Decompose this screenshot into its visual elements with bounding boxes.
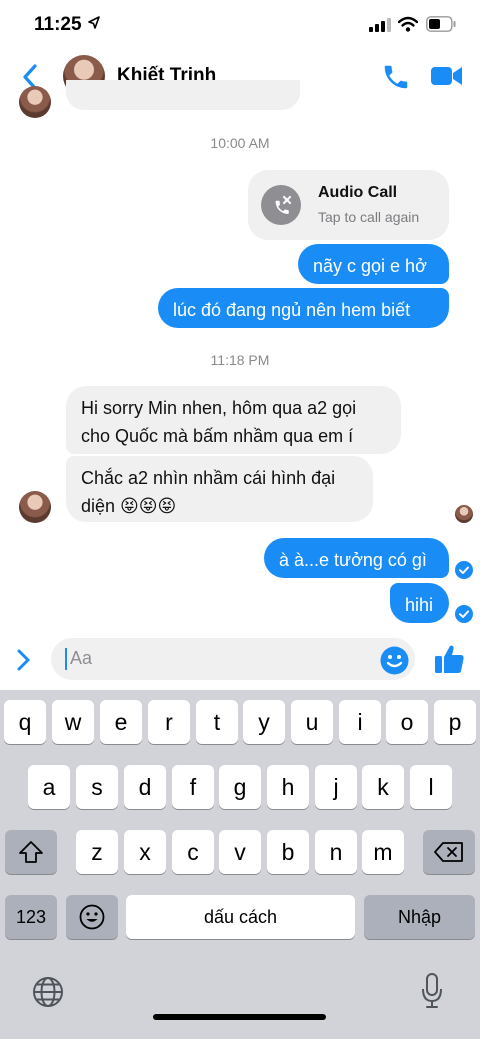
key-l[interactable]: l (410, 765, 452, 809)
key-i[interactable]: i (339, 700, 381, 744)
message-text: cho Quốc mà bấm nhầm qua em í (81, 426, 354, 446)
emoji-icon[interactable] (380, 646, 409, 675)
key-f[interactable]: f (172, 765, 214, 809)
shift-key[interactable] (5, 830, 57, 874)
microphone-icon[interactable] (421, 973, 443, 1009)
numbers-key[interactable]: 123 (5, 895, 57, 939)
key-v[interactable]: v (219, 830, 261, 874)
emoji-key[interactable] (66, 895, 118, 939)
contact-avatar-small (19, 86, 51, 118)
key-x[interactable]: x (124, 830, 166, 874)
message-text: Hi sorry Min nhen, hôm qua a2 gọi (81, 398, 357, 418)
text-cursor (65, 648, 67, 670)
message-composer: Aa (0, 632, 480, 690)
battery-icon (426, 16, 456, 32)
call-subtitle: Tap to call again (318, 209, 420, 225)
timestamp: 11:18 PM (210, 352, 270, 368)
key-c[interactable]: c (172, 830, 214, 874)
key-s[interactable]: s (76, 765, 118, 809)
key-p[interactable]: p (434, 700, 476, 744)
key-g[interactable]: g (219, 765, 261, 809)
phone-call-icon[interactable] (381, 62, 411, 92)
backspace-key[interactable] (423, 830, 475, 874)
key-d[interactable]: d (124, 765, 166, 809)
seen-avatar (455, 505, 473, 523)
key-h[interactable]: h (267, 765, 309, 809)
key-b[interactable]: b (267, 830, 309, 874)
key-r[interactable]: r (148, 700, 190, 744)
space-key[interactable]: dấu cách (126, 895, 355, 939)
contact-avatar-small (19, 491, 51, 523)
backspace-icon (434, 842, 463, 862)
thumbs-up-icon[interactable] (433, 643, 465, 675)
message-bubble-outgoing[interactable]: nãy c gọi e hở (298, 244, 449, 284)
key-m[interactable]: m (362, 830, 404, 874)
key-u[interactable]: u (291, 700, 333, 744)
delivered-check-icon (455, 561, 473, 579)
key-n[interactable]: n (315, 830, 357, 874)
chevron-right-icon[interactable] (16, 648, 32, 672)
audio-call-card[interactable]: Audio Call Tap to call again (248, 170, 449, 240)
message-bubble-incoming[interactable]: Chắc a2 nhìn nhầm cái hình đại diện 😝😝😝 (66, 456, 373, 522)
key-o[interactable]: o (386, 700, 428, 744)
message-bubble-outgoing[interactable]: lúc đó đang ngủ nên hem biết (158, 288, 449, 328)
cellular-signal-icon (369, 18, 391, 32)
key-a[interactable]: a (28, 765, 70, 809)
message-input[interactable] (51, 638, 415, 680)
status-time: 11:25 (34, 14, 82, 35)
key-w[interactable]: w (52, 700, 94, 744)
key-k[interactable]: k (362, 765, 404, 809)
location-arrow-icon (88, 16, 100, 29)
key-e[interactable]: e (100, 700, 142, 744)
status-bar: 11:25 (0, 0, 480, 50)
message-bubble-outgoing[interactable]: à à...e tưởng có gì (264, 538, 449, 578)
home-indicator (153, 1014, 326, 1020)
call-title: Audio Call (318, 184, 398, 201)
key-j[interactable]: j (315, 765, 357, 809)
wifi-icon (398, 16, 418, 32)
message-text: diện 😝😝😝 (81, 496, 177, 516)
message-text: Chắc a2 nhìn nhầm cái hình đại (81, 468, 336, 488)
message-input-placeholder: Aa (70, 648, 93, 668)
globe-icon[interactable] (32, 976, 64, 1008)
emoji-face-icon (79, 904, 105, 930)
shift-arrow-icon (19, 841, 43, 863)
key-q[interactable]: q (4, 700, 46, 744)
key-y[interactable]: y (243, 700, 285, 744)
delivered-check-icon (455, 605, 473, 623)
message-bubble-outgoing[interactable]: hihi (390, 583, 449, 623)
video-call-icon[interactable] (430, 63, 464, 89)
message-bubble-incoming (66, 80, 300, 110)
keyboard: q w e r t y u i o p a s d f g h j k l z … (0, 690, 480, 1039)
key-t[interactable]: t (196, 700, 238, 744)
return-key[interactable]: Nhập (364, 895, 475, 939)
key-z[interactable]: z (76, 830, 118, 874)
timestamp: 10:00 AM (210, 135, 270, 151)
message-bubble-incoming[interactable]: Hi sorry Min nhen, hôm qua a2 gọi cho Qu… (66, 386, 401, 454)
missed-call-icon (261, 185, 301, 225)
